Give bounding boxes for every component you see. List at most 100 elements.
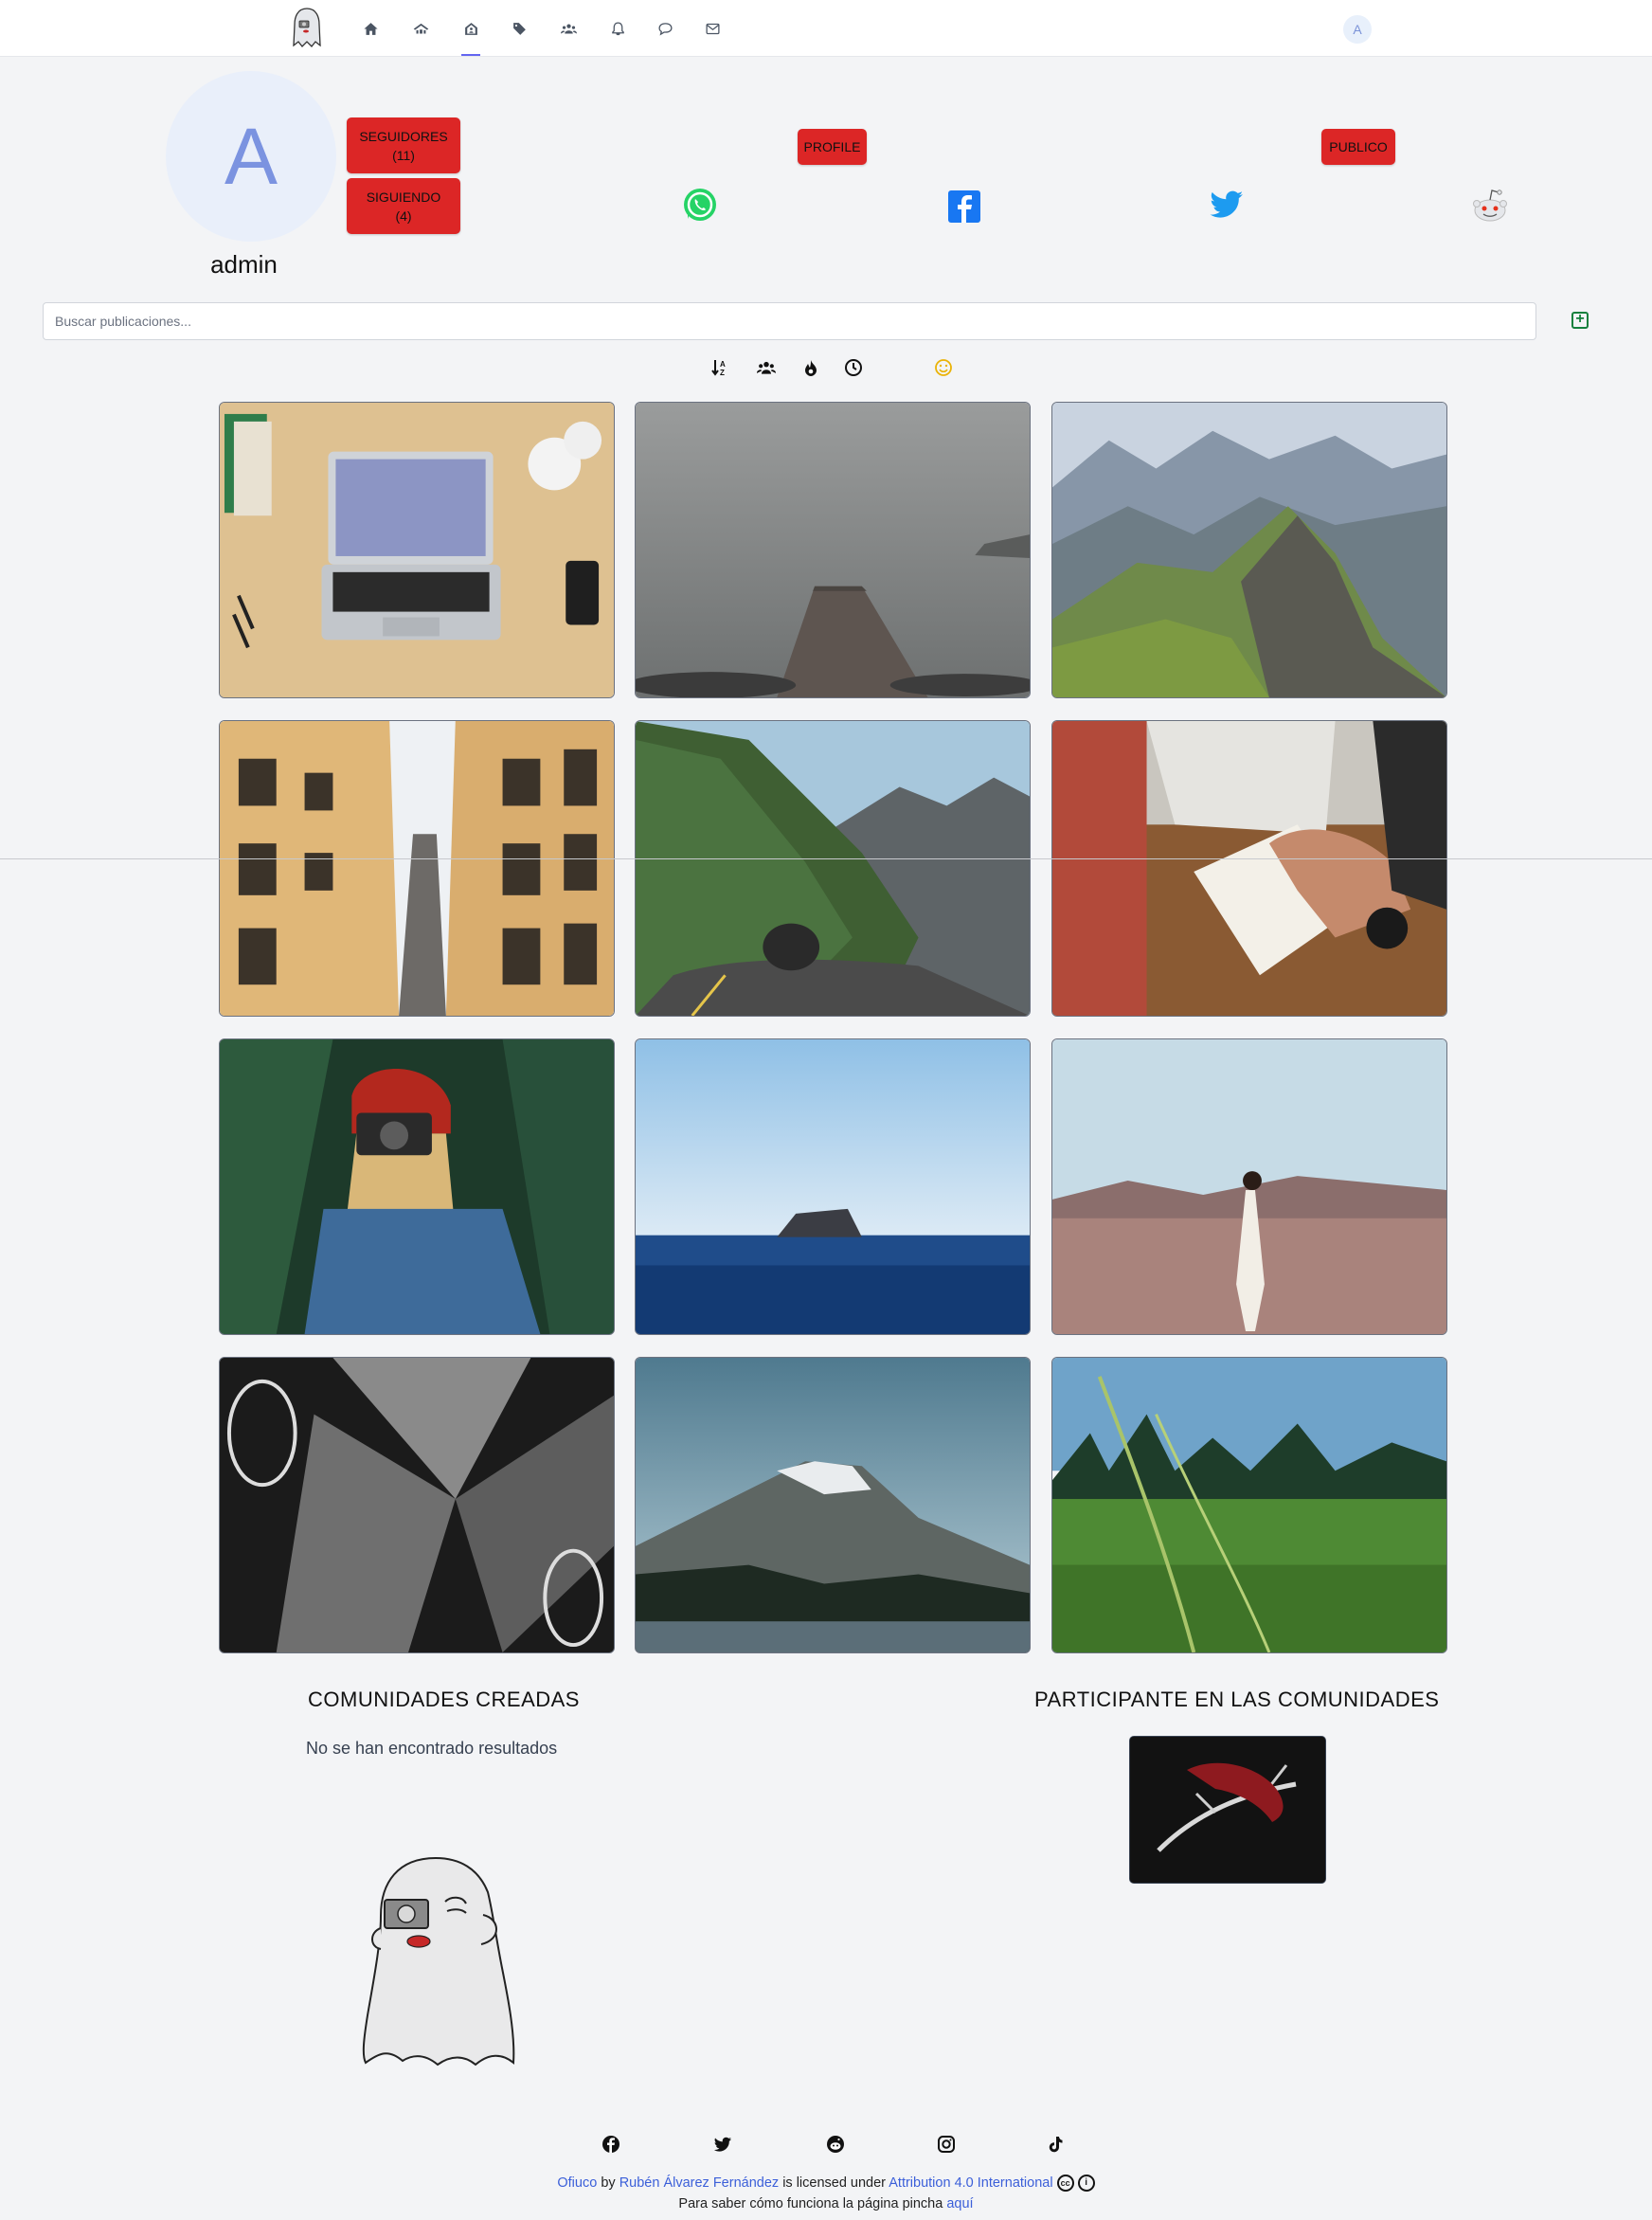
following-count: (4) [395, 208, 412, 224]
help-link[interactable]: aquí [946, 2196, 973, 2211]
post-image [220, 721, 614, 1016]
ghost-camera-illustration [362, 1856, 515, 2067]
home-icon [363, 22, 378, 35]
twitter-icon[interactable] [1207, 185, 1247, 225]
followers-label: SEGUIDORES [359, 128, 448, 144]
site-name-link[interactable]: Ofiuco [557, 2175, 597, 2191]
post-image [1052, 403, 1446, 697]
svg-text:Z: Z [720, 369, 725, 377]
post-card[interactable] [635, 1038, 1031, 1335]
post-card[interactable] [635, 1357, 1031, 1653]
profile-avatar: A [166, 71, 336, 242]
reddit-icon [827, 2136, 844, 2153]
mail-icon [705, 23, 720, 34]
nav-users[interactable] [553, 13, 584, 44]
search-input[interactable] [43, 302, 1536, 340]
sort-followers-button[interactable] [754, 355, 779, 380]
license-link[interactable]: Attribution 4.0 International [889, 2175, 1052, 2191]
footer-tiktok-link[interactable] [1045, 2134, 1066, 2155]
profile-username: admin [210, 250, 278, 279]
sort-alpha-icon: A Z [711, 360, 726, 377]
followers-sort-icon [757, 361, 776, 374]
instagram-icon [938, 2136, 955, 2153]
post-image [636, 1358, 1030, 1652]
cc-icon: cc [1056, 2175, 1074, 2192]
post-image [1052, 721, 1446, 1016]
post-card[interactable] [219, 402, 615, 698]
svg-text:A: A [720, 360, 726, 369]
footer-twitter-link[interactable] [712, 2134, 733, 2155]
post-card[interactable] [219, 720, 615, 1017]
nav-home[interactable] [355, 13, 386, 44]
post-card[interactable] [219, 1038, 615, 1335]
help-line: Para saber cómo funciona la página pinch… [0, 2196, 1652, 2211]
sort-trending-button[interactable] [799, 355, 823, 380]
twitter-icon [713, 2137, 731, 2152]
author-link[interactable]: Rubén Álvarez Fernández [620, 2175, 779, 2191]
trending-fire-icon [805, 360, 817, 376]
nav-notifications[interactable] [602, 13, 633, 44]
post-image [220, 1358, 614, 1652]
visibility-button[interactable]: PUBLICO [1321, 129, 1395, 165]
whatsapp-icon[interactable] [680, 185, 720, 225]
post-card[interactable] [1051, 1038, 1447, 1335]
facebook-icon [602, 2136, 620, 2153]
post-image [1052, 1358, 1446, 1652]
post-image [636, 721, 1030, 1016]
facebook-icon[interactable] [944, 187, 984, 226]
post-image [636, 403, 1030, 697]
footer-reddit-link[interactable] [825, 2134, 846, 2155]
following-button[interactable]: SIGUIENDO (4) [347, 178, 460, 234]
participant-communities-title: PARTICIPANTE EN LAS COMUNIDADES [1034, 1688, 1440, 1711]
nav-mail[interactable] [697, 13, 727, 44]
notifications-icon [611, 21, 624, 35]
followers-count: (11) [392, 147, 415, 163]
scroll-divider [0, 858, 1652, 859]
nav-profile[interactable] [456, 13, 486, 56]
nav-chat[interactable] [650, 13, 680, 44]
users-icon [560, 24, 577, 33]
community-card[interactable] [1129, 1736, 1326, 1884]
post-card[interactable] [635, 720, 1031, 1017]
add-post-button[interactable]: + [1571, 312, 1589, 329]
post-card[interactable] [219, 1357, 615, 1653]
tiktok-icon [1049, 2137, 1063, 2153]
sort-alpha-button[interactable]: A Z [708, 355, 732, 380]
post-card[interactable] [635, 402, 1031, 698]
community-image [1130, 1737, 1325, 1883]
profile-button[interactable]: PROFILE [798, 129, 867, 165]
post-image [220, 403, 614, 697]
tags-icon [512, 22, 526, 35]
licensed-text: is licensed under [782, 2175, 887, 2191]
footer-instagram-link[interactable] [936, 2134, 957, 2155]
user-avatar[interactable]: A [1343, 15, 1372, 44]
post-image [1052, 1039, 1446, 1334]
created-communities-title: COMUNIDADES CREADAS [308, 1688, 580, 1711]
post-card[interactable] [1051, 1357, 1447, 1653]
reddit-icon[interactable] [1470, 185, 1510, 225]
by-text: by [601, 2175, 616, 2191]
recent-clock-icon [845, 359, 862, 376]
post-image [636, 1039, 1030, 1334]
ghost-logo-icon[interactable] [288, 6, 326, 51]
chat-icon [657, 22, 673, 36]
community-icon [413, 23, 428, 33]
post-card[interactable] [1051, 720, 1447, 1017]
license-line: Ofiuco by Rubén Álvarez Fernández is lic… [0, 2175, 1652, 2192]
attribution-icon: i [1077, 2175, 1095, 2192]
no-results-text: No se han encontrado resultados [306, 1739, 558, 1758]
sort-recent-button[interactable] [841, 355, 866, 380]
plus-icon: + [1575, 311, 1585, 327]
footer-facebook-link[interactable] [601, 2134, 621, 2155]
following-label: SIGUIENDO [366, 189, 441, 205]
profile-icon [464, 22, 477, 35]
nav-tags[interactable] [504, 13, 534, 44]
followers-button[interactable]: SEGUIDORES (11) [347, 117, 460, 173]
nav-communities[interactable] [405, 13, 436, 44]
post-card[interactable] [1051, 402, 1447, 698]
post-image [220, 1039, 614, 1334]
help-text: Para saber cómo funciona la página pinch… [678, 2196, 943, 2211]
top-navbar: A [0, 0, 1652, 57]
mood-filter-button[interactable] [931, 355, 956, 380]
mood-smile-icon [935, 359, 952, 376]
